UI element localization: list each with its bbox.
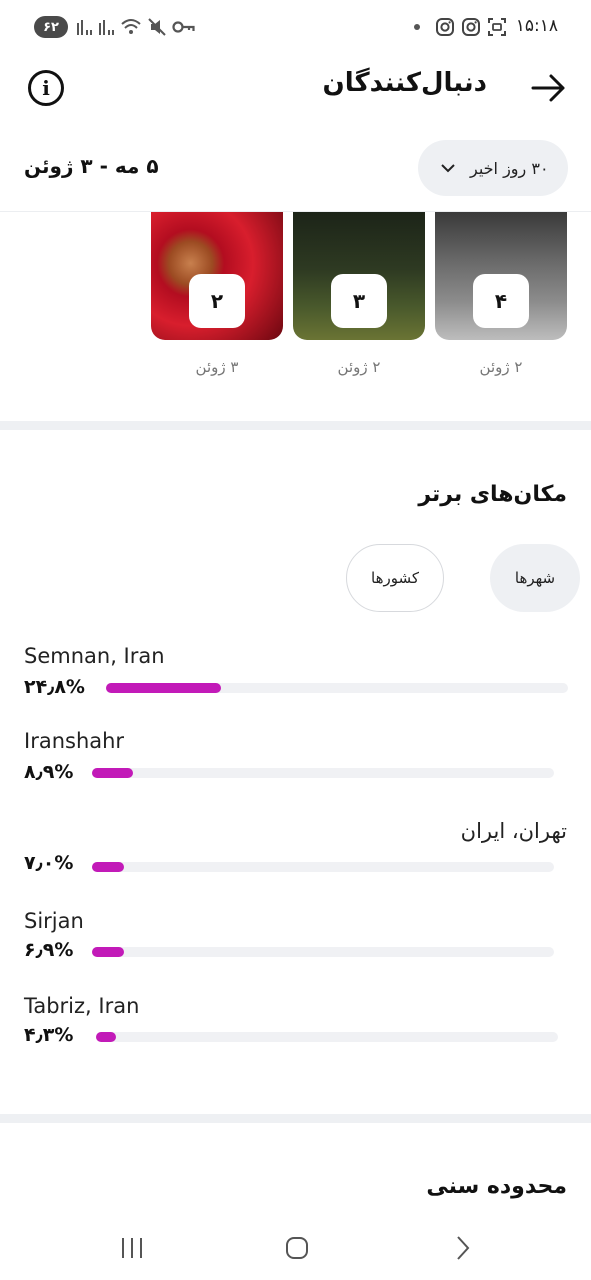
clock: ۱۵:۱۸: [515, 16, 558, 36]
home-button[interactable]: [277, 1230, 317, 1266]
top-posts-strip: ۲ ۳ ژوئن ۳ ۲ ژوئن ۴ ۲ ژوئن: [0, 212, 591, 412]
location-row: Semnan, Iran ۲۴٫۸%: [0, 642, 591, 702]
location-bar-fill: [96, 1032, 116, 1042]
location-percent: ۲۴٫۸%: [24, 676, 85, 698]
post-rank-badge: ۲: [189, 274, 245, 328]
recents-icon: [122, 1238, 142, 1258]
location-bar-track: [106, 683, 568, 693]
mute-icon: [147, 17, 167, 37]
location-bar-fill: [92, 862, 125, 872]
age-range-title: محدوده سنی: [426, 1174, 567, 1199]
post-thumbnail[interactable]: ۳: [293, 212, 425, 340]
location-bar-fill: [92, 768, 134, 778]
back-button[interactable]: [529, 68, 569, 108]
signal-icon: [98, 17, 116, 37]
date-range-row: ۵ مه - ۳ ژوئن ۳۰ روز اخیر: [0, 138, 591, 198]
post-rank-badge: ۴: [473, 274, 529, 328]
section-separator: [0, 1114, 591, 1123]
period-label: ۳۰ روز اخیر: [470, 158, 549, 178]
location-row: Tabriz, Iran ۴٫۳%: [0, 992, 591, 1052]
info-icon[interactable]: i: [28, 70, 64, 106]
signal-icon: [76, 17, 94, 37]
location-bar-fill: [106, 683, 221, 693]
screenshot-icon: [487, 17, 507, 37]
post-thumbnail[interactable]: ۲: [151, 212, 283, 340]
nav-back-button[interactable]: [442, 1230, 482, 1266]
arrow-right-icon: [531, 74, 565, 102]
location-row: Iranshahr ۸٫۹%: [0, 727, 591, 787]
wifi-icon: [120, 17, 142, 37]
location-row: Sirjan ۶٫۹%: [0, 907, 591, 967]
location-name: Sirjan: [24, 909, 84, 933]
post-date: ۳ ژوئن: [195, 358, 239, 376]
tab-cities[interactable]: شهرها: [490, 544, 580, 612]
location-percent: ۶٫۹%: [24, 939, 74, 961]
location-percent: ۸٫۹%: [24, 761, 74, 783]
location-bar-fill: [92, 947, 124, 957]
dot-icon: [413, 17, 421, 37]
location-bar-track: [92, 947, 554, 957]
system-nav-bar: [0, 1216, 591, 1280]
post-rank-badge: ۳: [331, 274, 387, 328]
location-percent: ۴٫۳%: [24, 1024, 74, 1046]
location-row: تهران، ایران ۷٫۰%: [0, 817, 591, 877]
instagram-icon: [461, 17, 481, 37]
back-chevron-icon: [457, 1236, 470, 1260]
period-dropdown[interactable]: ۳۰ روز اخیر: [418, 140, 568, 196]
home-icon: [286, 1237, 308, 1259]
location-name: Semnan, Iran: [24, 644, 165, 668]
top-locations-title: مکان‌های برتر: [418, 482, 567, 507]
post-date: ۲ ژوئن: [479, 358, 523, 376]
tab-countries[interactable]: کشورها: [346, 544, 444, 612]
instagram-icon: [435, 17, 455, 37]
location-bar-track: [92, 862, 554, 872]
status-bar: ۶۲ ۱۵:۱۸: [0, 0, 591, 56]
location-name: تهران، ایران: [460, 819, 567, 843]
app-header: i دنبال‌کنندگان: [0, 56, 591, 120]
location-name: Tabriz, Iran: [24, 994, 140, 1018]
section-separator: [0, 421, 591, 430]
location-bar-track: [96, 1032, 558, 1042]
recents-button[interactable]: [112, 1230, 152, 1266]
page-title: دنبال‌کنندگان: [322, 68, 487, 98]
battery-indicator: ۶۲: [34, 16, 68, 38]
vpn-key-icon: [172, 17, 196, 37]
post-date: ۲ ژوئن: [337, 358, 381, 376]
location-name: Iranshahr: [24, 729, 125, 753]
post-thumbnail[interactable]: ۴: [435, 212, 567, 340]
location-bar-track: [92, 768, 554, 778]
location-percent: ۷٫۰%: [24, 852, 74, 874]
date-range-text: ۵ مه - ۳ ژوئن: [24, 154, 159, 178]
chevron-down-icon: [441, 164, 455, 173]
